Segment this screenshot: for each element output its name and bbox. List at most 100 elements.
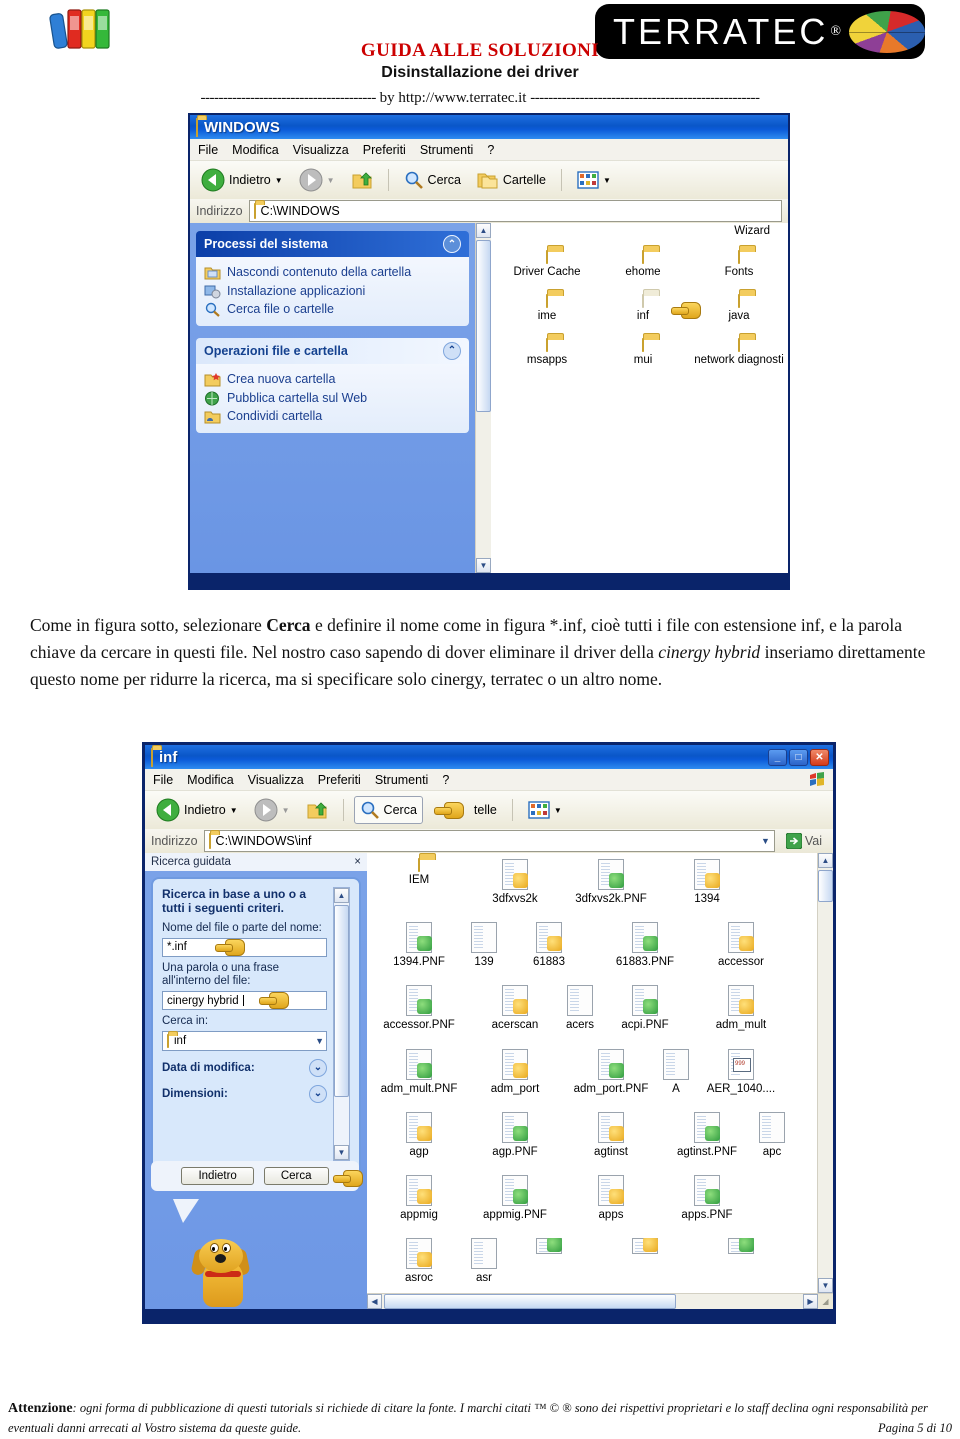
back-dropdown-icon[interactable]: ▼ bbox=[230, 806, 238, 815]
window2-addressbar[interactable]: Indirizzo C:\WINDOWS\inf ▼ Vai bbox=[145, 829, 833, 853]
search-dog-mascot[interactable] bbox=[190, 1229, 255, 1307]
menu-modifica[interactable]: Modifica bbox=[232, 143, 279, 157]
menu-strumenti[interactable]: Strumenti bbox=[375, 773, 429, 787]
views-button[interactable]: ▼ bbox=[523, 798, 567, 822]
go-button[interactable]: Vai bbox=[781, 830, 827, 852]
chevron-down-icon[interactable]: ▼ bbox=[315, 1036, 324, 1046]
minimize-button[interactable]: _ bbox=[768, 748, 787, 766]
chevron-up-icon[interactable]: ⌃ bbox=[443, 235, 461, 253]
scroll-down-arrow-icon[interactable]: ▼ bbox=[818, 1278, 833, 1293]
scroll-up-arrow-icon[interactable]: ▲ bbox=[818, 853, 833, 868]
list-item[interactable]: adm_port bbox=[467, 1048, 563, 1096]
menu-preferiti[interactable]: Preferiti bbox=[318, 773, 361, 787]
menu-visualizza[interactable]: Visualizza bbox=[248, 773, 304, 787]
scroll-up-arrow-icon[interactable]: ▲ bbox=[334, 888, 349, 903]
up-button[interactable] bbox=[346, 166, 378, 194]
close-icon[interactable]: × bbox=[354, 856, 361, 868]
views-button[interactable]: ▼ bbox=[572, 168, 616, 192]
date-modified-row[interactable]: Data di modifica: ⌄ bbox=[162, 1058, 327, 1077]
folders-button[interactable]: Cartelle bbox=[472, 167, 551, 193]
back-button[interactable]: Indietro ▼ bbox=[151, 795, 243, 825]
scroll-down-arrow-icon[interactable]: ▼ bbox=[476, 558, 491, 573]
back-dropdown-icon[interactable]: ▼ bbox=[275, 176, 283, 185]
task-block-file-ops-header[interactable]: Operazioni file e cartella ⌃ bbox=[196, 337, 469, 364]
list-item[interactable]: apps bbox=[563, 1175, 659, 1222]
list-item[interactable]: accessor bbox=[693, 922, 789, 969]
scroll-thumb[interactable] bbox=[476, 240, 491, 412]
window2-horizontal-scrollbar[interactable]: ◀ ▶ ◢ bbox=[367, 1293, 833, 1309]
list-item[interactable]: 999 AER_1040.... bbox=[693, 1048, 789, 1096]
list-item[interactable]: ime bbox=[499, 294, 595, 323]
close-button[interactable]: ✕ bbox=[810, 748, 829, 766]
list-item[interactable]: adm_mult bbox=[693, 985, 789, 1032]
list-item[interactable]: 61883.PNF bbox=[597, 922, 693, 969]
menu-help[interactable]: ? bbox=[442, 773, 449, 787]
list-item[interactable]: appmig bbox=[371, 1175, 467, 1222]
list-item[interactable]: mui bbox=[595, 338, 691, 367]
list-item[interactable]: asroc bbox=[371, 1238, 467, 1285]
chevron-down-icon-size[interactable]: ⌄ bbox=[309, 1084, 327, 1103]
list-item-clipped[interactable]: acers bbox=[563, 985, 597, 1032]
chevron-up-icon-2[interactable]: ⌃ bbox=[443, 341, 461, 360]
window2-vertical-scrollbar[interactable]: ▲ ▼ bbox=[817, 853, 833, 1293]
task-item-add-remove-programs[interactable]: Installazione applicazioni bbox=[204, 284, 461, 300]
menu-file[interactable]: File bbox=[153, 773, 173, 787]
list-item[interactable]: 1394.PNF bbox=[371, 922, 467, 969]
list-item[interactable]: IEM bbox=[371, 858, 467, 906]
list-item[interactable]: java bbox=[671, 294, 787, 323]
search-button[interactable]: Cerca bbox=[399, 167, 466, 193]
list-item[interactable]: agp bbox=[371, 1111, 467, 1159]
menu-help[interactable]: ? bbox=[487, 143, 494, 157]
resize-grip-icon[interactable]: ◢ bbox=[818, 1294, 833, 1309]
list-item-clipped[interactable]: 139 bbox=[467, 922, 501, 969]
hscroll-thumb[interactable] bbox=[384, 1294, 676, 1309]
list-item[interactable]: agtinst.PNF bbox=[659, 1111, 755, 1159]
window1-addressbar[interactable]: Indirizzo C:\WINDOWS bbox=[190, 199, 788, 223]
list-item-partial[interactable] bbox=[501, 1238, 597, 1255]
menu-visualizza[interactable]: Visualizza bbox=[293, 143, 349, 157]
task-item-search-files[interactable]: Cerca file o cartelle bbox=[204, 302, 461, 318]
up-button[interactable] bbox=[301, 796, 333, 824]
search-in-select[interactable]: inf ▼ bbox=[162, 1030, 327, 1051]
scroll-up-arrow-icon[interactable]: ▲ bbox=[476, 223, 491, 238]
window1-titlebar[interactable]: WINDOWS bbox=[190, 115, 788, 139]
menu-file[interactable]: File bbox=[198, 143, 218, 157]
scroll-left-arrow-icon[interactable]: ◀ bbox=[367, 1294, 382, 1309]
list-item[interactable]: 1394 bbox=[659, 859, 755, 906]
views-dropdown-icon[interactable]: ▼ bbox=[554, 806, 562, 815]
scroll-right-arrow-icon[interactable]: ▶ bbox=[803, 1294, 818, 1309]
search-submit-button[interactable]: Cerca bbox=[263, 1167, 329, 1185]
chevron-down-icon-date[interactable]: ⌄ bbox=[309, 1058, 327, 1077]
search-pane-scrollbar[interactable]: ▲ ▼ bbox=[333, 887, 350, 1161]
menu-modifica[interactable]: Modifica bbox=[187, 773, 234, 787]
list-item[interactable]: agtinst bbox=[563, 1111, 659, 1159]
list-item-clipped[interactable]: A bbox=[659, 1048, 693, 1096]
forward-button[interactable]: ▼ bbox=[249, 795, 295, 825]
task-item-share-folder[interactable]: Condividi cartella bbox=[204, 409, 461, 425]
maximize-button[interactable]: □ bbox=[789, 748, 808, 766]
address-dropdown-icon[interactable]: ▼ bbox=[761, 836, 770, 846]
list-item[interactable]: adm_mult.PNF bbox=[371, 1048, 467, 1096]
size-row[interactable]: Dimensioni: ⌄ bbox=[162, 1084, 327, 1103]
window1-toolbar[interactable]: Indietro ▼ ▼ Cerca Cartelle ▼ bbox=[190, 161, 788, 199]
task-item-hide-folder[interactable]: Nascondi contenuto della cartella bbox=[204, 265, 461, 281]
scroll-thumb[interactable] bbox=[818, 870, 833, 902]
back-button[interactable]: Indietro ▼ bbox=[196, 165, 288, 195]
scroll-thumb[interactable] bbox=[334, 905, 349, 1097]
list-item[interactable]: acerscan bbox=[467, 985, 563, 1032]
list-item[interactable]: apps.PNF bbox=[659, 1175, 755, 1222]
list-item[interactable]: agp.PNF bbox=[467, 1111, 563, 1159]
list-item[interactable]: Fonts bbox=[691, 250, 787, 279]
forward-dropdown-icon[interactable]: ▼ bbox=[327, 176, 335, 185]
menu-preferiti[interactable]: Preferiti bbox=[363, 143, 406, 157]
window1-sidebar-scrollbar[interactable]: ▲ ▼ bbox=[475, 223, 491, 573]
address-input[interactable]: C:\WINDOWS bbox=[248, 200, 782, 222]
list-item[interactable]: 3dfxvs2k.PNF bbox=[563, 859, 659, 906]
task-block-system-header[interactable]: Processi del sistema ⌃ bbox=[196, 231, 469, 257]
list-item[interactable]: 3dfxvs2k bbox=[467, 859, 563, 906]
list-item[interactable]: acpi.PNF bbox=[597, 985, 693, 1032]
containing-text-input[interactable]: cinergy hybrid bbox=[162, 991, 327, 1011]
window2-file-list[interactable]: IEM 3dfxvs2k 3dfxvs2k.PNF 1394 1394.PNF … bbox=[367, 853, 833, 1309]
window2-titlebar[interactable]: inf _ □ ✕ bbox=[145, 745, 833, 769]
list-item[interactable]: Driver Cache bbox=[499, 250, 595, 279]
